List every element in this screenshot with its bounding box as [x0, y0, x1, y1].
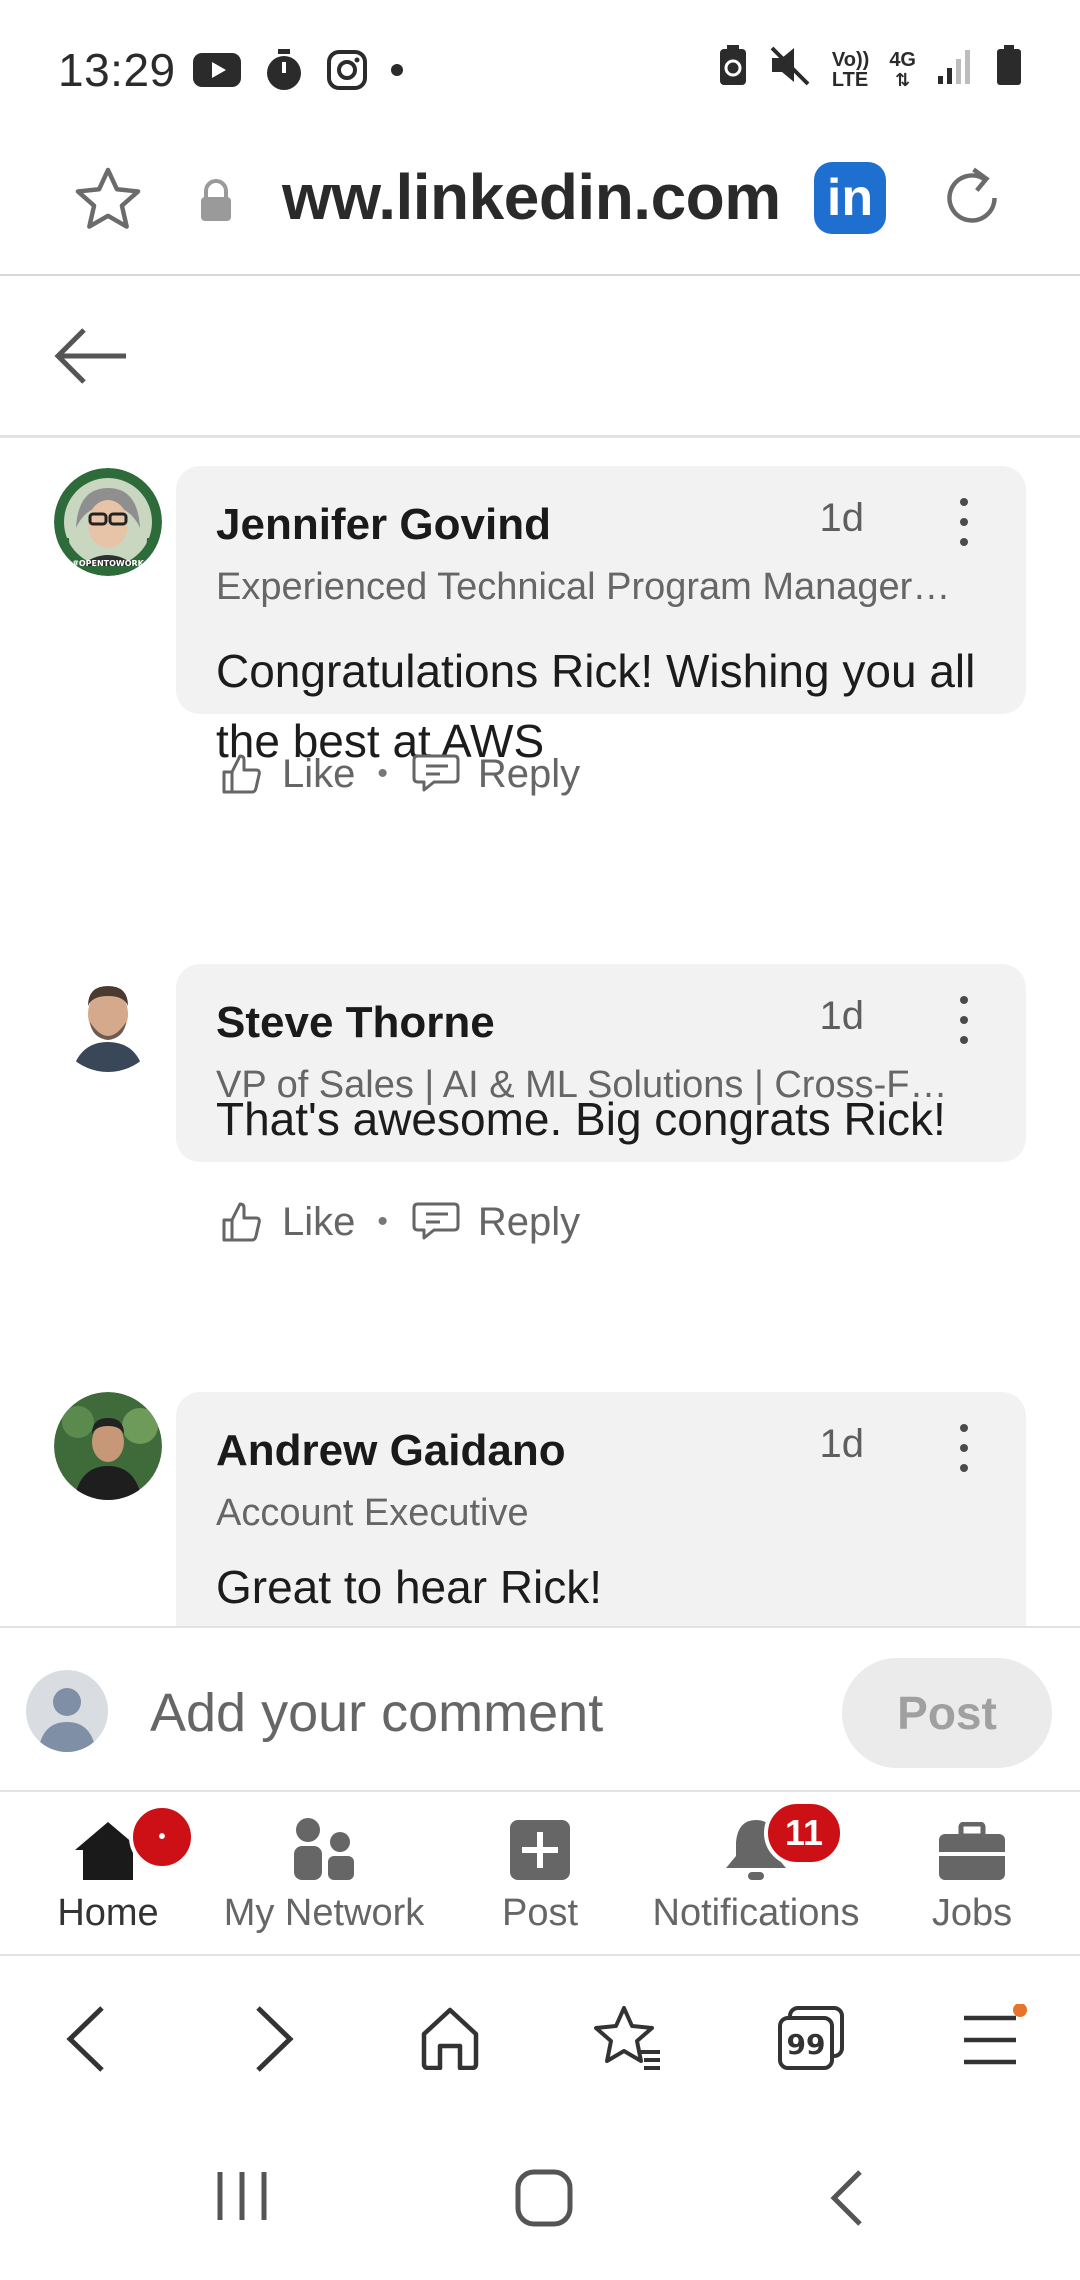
- tabs-icon[interactable]: 99: [776, 2004, 846, 2077]
- battery-icon: [996, 43, 1022, 97]
- people-icon: [294, 1818, 354, 1880]
- comment-text: Great to hear Rick!: [216, 1561, 603, 1613]
- nav-jobs-label: Jobs: [931, 1892, 1013, 1934]
- separator-dot: •: [377, 1205, 388, 1238]
- volte-bottom: LTE: [831, 69, 869, 91]
- nav-home[interactable]: • Home: [50, 1794, 195, 1956]
- battery-saver-icon: [718, 43, 748, 97]
- instagram-icon: [326, 49, 368, 91]
- nav-notifications-label: Notifications: [652, 1892, 860, 1934]
- signal-icon: [936, 43, 976, 97]
- recent-apps-icon[interactable]: [214, 2168, 270, 2229]
- nav-jobs[interactable]: Jobs: [924, 1794, 1020, 1956]
- browser-back-icon[interactable]: [64, 2004, 108, 2079]
- commenter-name[interactable]: Steve Thorne: [216, 998, 495, 1048]
- system-home-icon[interactable]: [514, 2168, 574, 2233]
- system-back-icon[interactable]: [826, 2168, 866, 2233]
- reply-bubble-icon: [412, 754, 460, 792]
- commenter-headline: Account Executive: [216, 1492, 529, 1534]
- home-badge: •: [129, 1804, 195, 1870]
- timer-icon: [264, 48, 304, 92]
- open-to-work-badge: #OPENTOWORK: [72, 559, 145, 568]
- comment-actions: Like • Reply: [218, 1192, 580, 1252]
- network-type-icon: 4G ⇅: [889, 49, 916, 90]
- post-comment-button[interactable]: Post: [842, 1658, 1052, 1768]
- commenter-name[interactable]: Jennifer Govind: [216, 500, 551, 550]
- svg-text:99: 99: [787, 2028, 826, 2061]
- comment-time: 1d: [819, 994, 865, 1038]
- comment-bubble: Jennifer Govind 1d Experienced Technical…: [176, 466, 1026, 767]
- status-time: 13:29: [58, 44, 176, 96]
- system-navigation-bar: [0, 2118, 1080, 2280]
- bookmarks-icon[interactable]: [594, 2004, 664, 2079]
- comment-time: 1d: [819, 1422, 865, 1466]
- thumbs-up-icon: [222, 754, 261, 794]
- youtube-icon: [192, 52, 242, 88]
- reply-bubble-icon: [412, 1202, 460, 1240]
- linkedin-bottom-nav: • Home My Network Post 11 Notifications …: [0, 1794, 1080, 1956]
- url-text[interactable]: ww.linkedin.com: [282, 160, 781, 234]
- like-label: Like: [282, 751, 356, 796]
- my-avatar: [26, 1670, 108, 1752]
- nav-home-label: Home: [57, 1892, 159, 1934]
- browser-toolbar: 99: [0, 1958, 1080, 2118]
- reload-icon[interactable]: [936, 162, 1008, 239]
- like-button[interactable]: Like: [218, 750, 355, 798]
- briefcase-icon: [939, 1822, 1005, 1880]
- more-options-icon[interactable]: [954, 996, 974, 1044]
- browser-forward-icon[interactable]: [252, 2004, 296, 2079]
- avatar[interactable]: #OPENTOWORK: [54, 468, 162, 576]
- reply-label: Reply: [477, 1199, 581, 1244]
- separator-dot: •: [377, 757, 388, 790]
- page-header: [0, 278, 1080, 438]
- thumbs-up-icon: [222, 1202, 261, 1242]
- bookmark-star-icon[interactable]: [70, 162, 146, 243]
- more-options-icon[interactable]: [954, 1424, 974, 1472]
- more-options-icon[interactable]: [954, 498, 974, 546]
- nav-post-label: Post: [501, 1892, 579, 1934]
- commenter-headline: Experienced Technical Program Manager…: [216, 566, 951, 608]
- like-button[interactable]: Like: [218, 1198, 355, 1246]
- comment-input[interactable]: Add your comment: [150, 1682, 603, 1744]
- comment-composer: Add your comment Post: [0, 1626, 1080, 1792]
- nav-notifications[interactable]: 11 Notifications: [648, 1794, 864, 1956]
- nav-my-network[interactable]: My Network: [222, 1794, 426, 1956]
- lock-icon: [198, 178, 234, 227]
- reply-label: Reply: [477, 751, 581, 796]
- reply-button[interactable]: Reply: [410, 1198, 580, 1246]
- network-type-label: 4G: [889, 49, 916, 71]
- browser-home-icon[interactable]: [418, 2004, 482, 2075]
- comment-text: That's awesome. Big congrats Rick!: [216, 1093, 946, 1145]
- volte-icon: Vo)) LTE: [832, 50, 869, 90]
- nav-my-network-label: My Network: [223, 1892, 425, 1934]
- comments-list[interactable]: #OPENTOWORK Jennifer Govind 1d Experienc…: [0, 440, 1080, 1628]
- volte-top: Vo)): [831, 49, 870, 71]
- comment-bubble: Andrew Gaidano 1d Account Executive Grea…: [176, 1392, 1026, 1628]
- notifications-badge: 11: [764, 1800, 844, 1866]
- commenter-name[interactable]: Andrew Gaidano: [216, 1426, 566, 1476]
- like-label: Like: [282, 1199, 356, 1244]
- avatar[interactable]: [54, 964, 162, 1072]
- nav-post[interactable]: Post: [496, 1794, 584, 1956]
- notification-dot-icon: [390, 63, 404, 77]
- mute-icon: [768, 43, 812, 97]
- linkedin-app-icon[interactable]: in: [814, 162, 886, 234]
- avatar[interactable]: [54, 1392, 162, 1500]
- status-bar: 13:29 Vo)) LTE 4G ⇅: [0, 0, 1080, 140]
- comment-bubble: Steve Thorne 1d VP of Sales | AI & ML So…: [176, 964, 1026, 1162]
- comment-time: 1d: [819, 496, 865, 540]
- browser-menu-icon[interactable]: [960, 2003, 1030, 2075]
- back-arrow-icon[interactable]: [52, 324, 132, 393]
- browser-url-bar: ww.linkedin.com in: [0, 140, 1080, 276]
- comment-actions: Like • Reply: [218, 744, 580, 804]
- reply-button[interactable]: Reply: [410, 750, 580, 798]
- add-post-icon: [510, 1820, 570, 1880]
